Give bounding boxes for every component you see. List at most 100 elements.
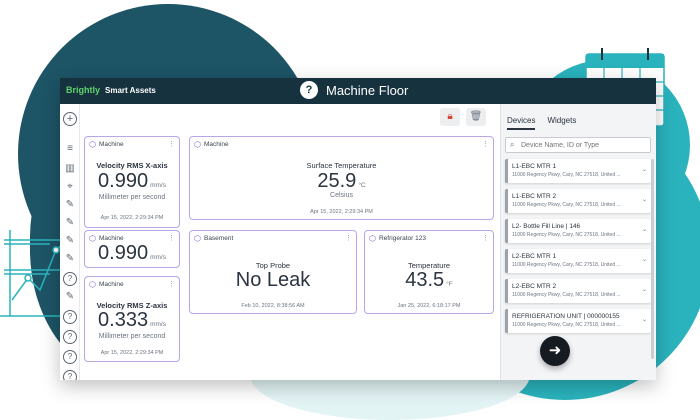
widget-timestamp: Apr 15, 2022, 2:29:34 PM xyxy=(100,350,164,356)
widget-subtitle: Millimeter per second xyxy=(98,333,166,340)
device-address: 11000 Regency Pkwy, Cary, NC 27518, Unit… xyxy=(512,322,621,328)
device-list: L1-EBC MTR 1 11000 Regency Pkwy, Cary, N… xyxy=(505,159,651,339)
widget-unit: mm/s xyxy=(150,321,166,328)
cube-icon: ⬡ xyxy=(89,280,96,289)
device-name: L1-EBC MTR 2 xyxy=(512,193,557,200)
tools-icon[interactable]: ✎ xyxy=(63,252,77,266)
device-name: L2-EBC MTR 1 xyxy=(512,253,557,260)
widget-timestamp: Apr 15, 2022, 2:29:34 PM xyxy=(310,209,373,215)
device-item[interactable]: REFRIGERATION UNIT | 000000155 11000 Reg… xyxy=(505,309,651,333)
widget-refrigerator-temperature[interactable]: ⬡ Refrigerator 123 ⋮ Temperature 43.5 °F J… xyxy=(364,230,494,314)
tab-widgets[interactable]: Widgets xyxy=(547,116,576,130)
help-circle-icon[interactable]: ? xyxy=(63,370,77,380)
arrow-right-icon[interactable]: ➜ xyxy=(540,336,570,366)
device-address: 11000 Regency Pkwy, Cary, NC 27518, Unit… xyxy=(512,202,621,208)
widget-value: 0.333 xyxy=(98,309,149,331)
help-circle-icon[interactable]: ? xyxy=(63,272,77,286)
lock-icon: 🔒︎ xyxy=(447,111,453,122)
device-name: L2- Bottle Fill Line | 146 xyxy=(512,223,581,230)
tools-icon[interactable]: ✎ xyxy=(63,234,77,248)
widget-surface-temperature[interactable]: ⬡ Machine ⋮ Surface Temperature 25.9 °C Ce… xyxy=(189,136,494,220)
top-bar: Brightly Smart Assets ? Machine Floor xyxy=(60,78,656,104)
widget-velocity-x[interactable]: ⬡ Machine ⋮ Velocity RMS X-axis 0.990 mm/s… xyxy=(84,136,180,228)
widget-timestamp: Apr 15, 2022, 2:29:34 PM xyxy=(100,215,164,221)
chevron-down-icon[interactable]: ⌄ xyxy=(642,286,647,293)
widget-title: Surface Temperature xyxy=(306,161,377,170)
widget-unit: mm/s xyxy=(150,182,166,189)
widget-unit: mm/s xyxy=(150,254,166,261)
widget-value: 43.5 xyxy=(405,269,445,291)
location-pin-icon[interactable]: ⌖ xyxy=(63,180,77,194)
widget-top-probe[interactable]: ⬡ Basement ⋮ Top Probe No Leak Feb 10, 20… xyxy=(189,230,357,314)
device-item[interactable]: L1-EBC MTR 2 11000 Regency Pkwy, Cary, N… xyxy=(505,189,651,213)
lock-button[interactable]: 🔒︎ xyxy=(440,108,460,126)
widget-source: Machine xyxy=(98,141,124,148)
brand[interactable]: Brightly Smart Assets xyxy=(66,85,156,95)
chevron-down-icon[interactable]: ⌄ xyxy=(642,196,647,203)
cube-icon: ⬡ xyxy=(194,234,201,243)
brand-product: Smart Assets xyxy=(105,85,156,95)
search-icon: ⌕ xyxy=(510,140,515,149)
chevron-down-icon[interactable]: ⌄ xyxy=(642,316,647,323)
cube-icon: ⬡ xyxy=(194,140,201,149)
kebab-icon[interactable]: ⋮ xyxy=(168,280,175,288)
device-item[interactable]: L1-EBC MTR 1 11000 Regency Pkwy, Cary, N… xyxy=(505,159,651,183)
left-rail: + ≡ ▥ ⌖ ✎ ✎ ✎ ✎ ? ✎ ? ? ? ? xyxy=(60,104,80,380)
panel-scrollbar[interactable] xyxy=(651,159,654,359)
widget-timestamp: Feb 10, 2022, 8:38:56 AM xyxy=(241,303,305,309)
trash-icon: 🗑︎ xyxy=(469,111,483,122)
add-circle-icon[interactable]: + xyxy=(63,112,77,126)
widget-source: Machine xyxy=(203,141,229,148)
widget-value: 0.990 xyxy=(98,242,149,264)
device-search: ⌕ xyxy=(505,137,651,153)
tools-icon[interactable]: ✎ xyxy=(63,290,77,304)
chevron-down-icon[interactable]: ⌄ xyxy=(642,166,647,173)
widget-velocity-z[interactable]: ⬡ Machine ⋮ Velocity RMS Z-axis 0.333 mm/s… xyxy=(84,276,180,362)
kebab-icon[interactable]: ⋮ xyxy=(482,234,489,242)
help-circle-icon[interactable]: ? xyxy=(63,310,77,324)
device-address: 11000 Regency Pkwy, Cary, NC 27518, Unit… xyxy=(512,292,621,298)
widget-source: Basement xyxy=(203,235,234,242)
chevron-down-icon[interactable]: ⌄ xyxy=(642,226,647,233)
device-address: 11000 Regency Pkwy, Cary, NC 27518, Unit… xyxy=(512,262,621,268)
help-circle-icon[interactable]: ? xyxy=(300,81,318,99)
device-item[interactable]: L2-EBC MTR 1 11000 Regency Pkwy, Cary, N… xyxy=(505,249,651,273)
map-icon[interactable]: ▥ xyxy=(63,162,77,176)
cube-icon: ⬡ xyxy=(369,234,376,243)
tab-devices[interactable]: Devices xyxy=(507,116,536,130)
widget-value: 0.990 xyxy=(98,170,149,192)
device-address: 11000 Regency Pkwy, Cary, NC 27518, Unit… xyxy=(512,232,621,238)
device-name: L2-EBC MTR 2 xyxy=(512,283,557,290)
device-item[interactable]: L2- Bottle Fill Line | 146 11000 Regency… xyxy=(505,219,651,243)
widget-velocity-compact[interactable]: ⬡ Machine ⋮ 0.990 mm/s xyxy=(84,230,180,268)
tools-icon[interactable]: ✎ xyxy=(63,216,77,230)
device-name: REFRIGERATION UNIT | 000000155 xyxy=(512,313,620,320)
widget-unit: °C xyxy=(358,182,366,189)
panel-tabs: Devices Widgets xyxy=(507,116,576,130)
page-title-group: ? Machine Floor xyxy=(300,81,408,99)
widget-subtitle: Millimeter per second xyxy=(98,194,166,201)
search-input[interactable] xyxy=(521,139,649,151)
widget-title: Velocity RMS X-axis xyxy=(96,161,168,170)
kebab-icon[interactable]: ⋮ xyxy=(482,140,489,148)
kebab-icon[interactable]: ⋮ xyxy=(168,140,175,148)
kebab-icon[interactable]: ⋮ xyxy=(345,234,352,242)
widget-timestamp: Jan 25, 2022, 6:18:17 PM xyxy=(397,303,461,309)
menu-icon[interactable]: ≡ xyxy=(63,142,77,156)
chevron-down-icon[interactable]: ⌄ xyxy=(642,256,647,263)
kebab-icon[interactable]: ⋮ xyxy=(168,234,175,242)
widget-value: No Leak xyxy=(235,269,311,291)
widget-source: Machine xyxy=(98,281,124,288)
device-name: L1-EBC MTR 1 xyxy=(512,163,557,170)
device-item[interactable]: L2-EBC MTR 2 11000 Regency Pkwy, Cary, N… xyxy=(505,279,651,303)
delete-button[interactable]: 🗑︎ xyxy=(466,108,486,126)
cube-icon: ⬡ xyxy=(89,140,96,149)
device-address: 11000 Regency Pkwy, Cary, NC 27518, Unit… xyxy=(512,172,621,178)
device-panel: Devices Widgets ⌕ L1-EBC MTR 1 11000 Reg… xyxy=(500,104,656,380)
tools-icon[interactable]: ✎ xyxy=(63,198,77,212)
widget-source: Refrigerator 123 xyxy=(378,235,426,242)
help-circle-icon[interactable]: ? xyxy=(63,330,77,344)
brand-logo: Brightly xyxy=(66,85,101,95)
widget-unit: °F xyxy=(446,281,453,288)
help-circle-icon[interactable]: ? xyxy=(63,350,77,364)
